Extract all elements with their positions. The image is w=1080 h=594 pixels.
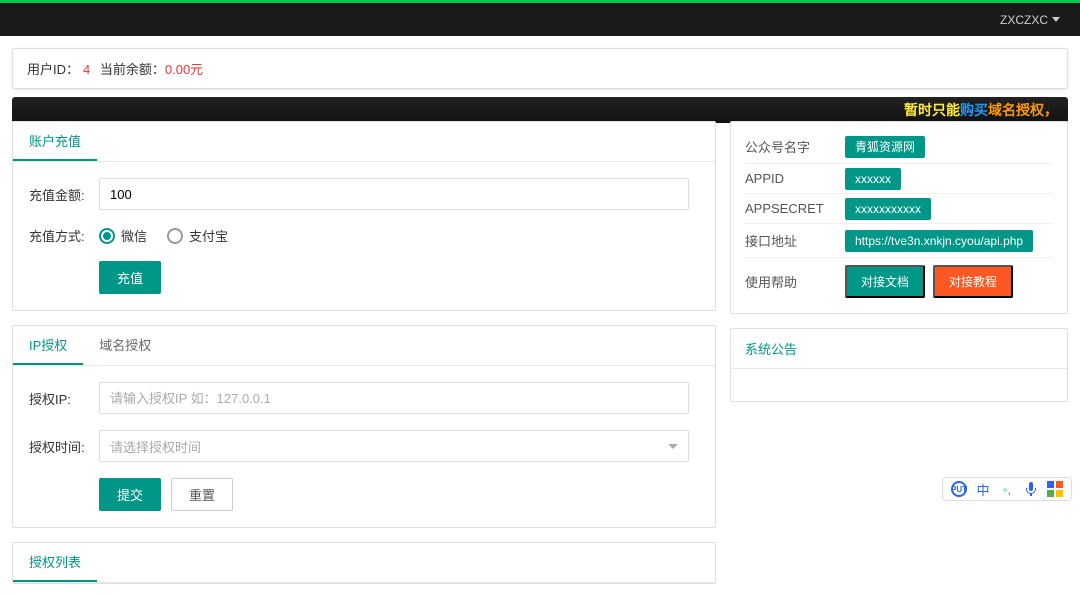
uid-label: 用户ID： xyxy=(27,62,79,77)
api-url-label: 接口地址 xyxy=(745,231,845,250)
microphone-icon[interactable] xyxy=(1023,481,1039,497)
auth-reset-button[interactable]: 重置 xyxy=(171,478,233,511)
wechat-name-badge: 青狐资源网 xyxy=(845,136,925,158)
tab-domain-auth[interactable]: 域名授权 xyxy=(83,326,167,365)
grid-icon[interactable] xyxy=(1047,481,1063,497)
auth-tabs: IP授权 域名授权 xyxy=(13,326,715,366)
ime-toolbar: PUT 中 ◦, xyxy=(942,477,1072,501)
auth-time-placeholder: 请选择授权时间 xyxy=(110,437,201,456)
help-label: 使用帮助 xyxy=(745,272,845,291)
uid-value: 4 xyxy=(83,62,90,77)
tab-recharge[interactable]: 账户充值 xyxy=(13,122,97,161)
ime-icon[interactable]: PUT xyxy=(951,481,967,497)
user-info-strip: 用户ID： 4 当前余额：0.00元 xyxy=(12,48,1068,89)
tutorial-button[interactable]: 对接教程 xyxy=(933,265,1013,298)
wechat-label: 微信 xyxy=(121,226,147,245)
auth-ip-label: 授权IP: xyxy=(29,389,99,408)
appsecret-badge: xxxxxxxxxxx xyxy=(845,198,931,220)
balance-label: 当前余额： xyxy=(96,62,165,77)
radio-checked-icon xyxy=(99,228,115,244)
notice-card: 系统公告 xyxy=(730,328,1068,402)
marquee-text: 暂时只能购买域名授权， xyxy=(904,100,1058,120)
amount-input[interactable] xyxy=(99,178,689,210)
user-dropdown[interactable]: ZXCZXC xyxy=(1000,13,1060,27)
username-label: ZXCZXC xyxy=(1000,13,1048,27)
notice-title: 系统公告 xyxy=(731,329,1067,369)
appid-label: APPID xyxy=(745,171,845,186)
appsecret-label: APPSECRET xyxy=(745,201,845,216)
auth-list-card: 授权列表 xyxy=(12,542,716,584)
amount-label: 充值金额: xyxy=(29,185,99,204)
auth-ip-input[interactable] xyxy=(99,382,689,414)
auth-time-label: 授权时间: xyxy=(29,437,99,456)
marquee-bar: 暂时只能购买域名授权， xyxy=(12,97,1068,123)
radio-alipay[interactable]: 支付宝 xyxy=(167,226,228,245)
recharge-card: 账户充值 充值金额: 充值方式: 微信 xyxy=(12,121,716,311)
recharge-button[interactable]: 充值 xyxy=(99,261,161,294)
punctuation-icon[interactable]: ◦, xyxy=(999,481,1015,497)
tab-ip-auth[interactable]: IP授权 xyxy=(13,326,83,365)
chevron-down-icon xyxy=(1052,17,1060,22)
recharge-tabs: 账户充值 xyxy=(13,122,715,162)
api-url-badge: https://tve3n.xnkjn.cyou/api.php xyxy=(845,230,1033,252)
auth-submit-button[interactable]: 提交 xyxy=(99,478,161,511)
api-info-card: 公众号名字 青狐资源网 APPID xxxxxx APPSECRET xxxxx… xyxy=(730,121,1068,314)
appid-badge: xxxxxx xyxy=(845,168,901,190)
balance-value: 0.00元 xyxy=(165,62,203,77)
wechat-name-label: 公众号名字 xyxy=(745,137,845,156)
auth-time-select[interactable]: 请选择授权时间 xyxy=(99,430,689,462)
auth-card: IP授权 域名授权 授权IP: 授权时间: 请选择授权时间 xyxy=(12,325,716,528)
radio-wechat[interactable]: 微信 xyxy=(99,226,147,245)
chevron-down-icon xyxy=(668,444,678,449)
auth-list-tabs: 授权列表 xyxy=(13,543,715,583)
header-bar: ZXCZXC xyxy=(0,0,1080,36)
doc-button[interactable]: 对接文档 xyxy=(845,265,925,298)
tab-auth-list[interactable]: 授权列表 xyxy=(13,543,97,582)
method-label: 充值方式: xyxy=(29,226,99,245)
lang-cn-icon[interactable]: 中 xyxy=(975,481,991,497)
radio-unchecked-icon xyxy=(167,228,183,244)
alipay-label: 支付宝 xyxy=(189,226,228,245)
